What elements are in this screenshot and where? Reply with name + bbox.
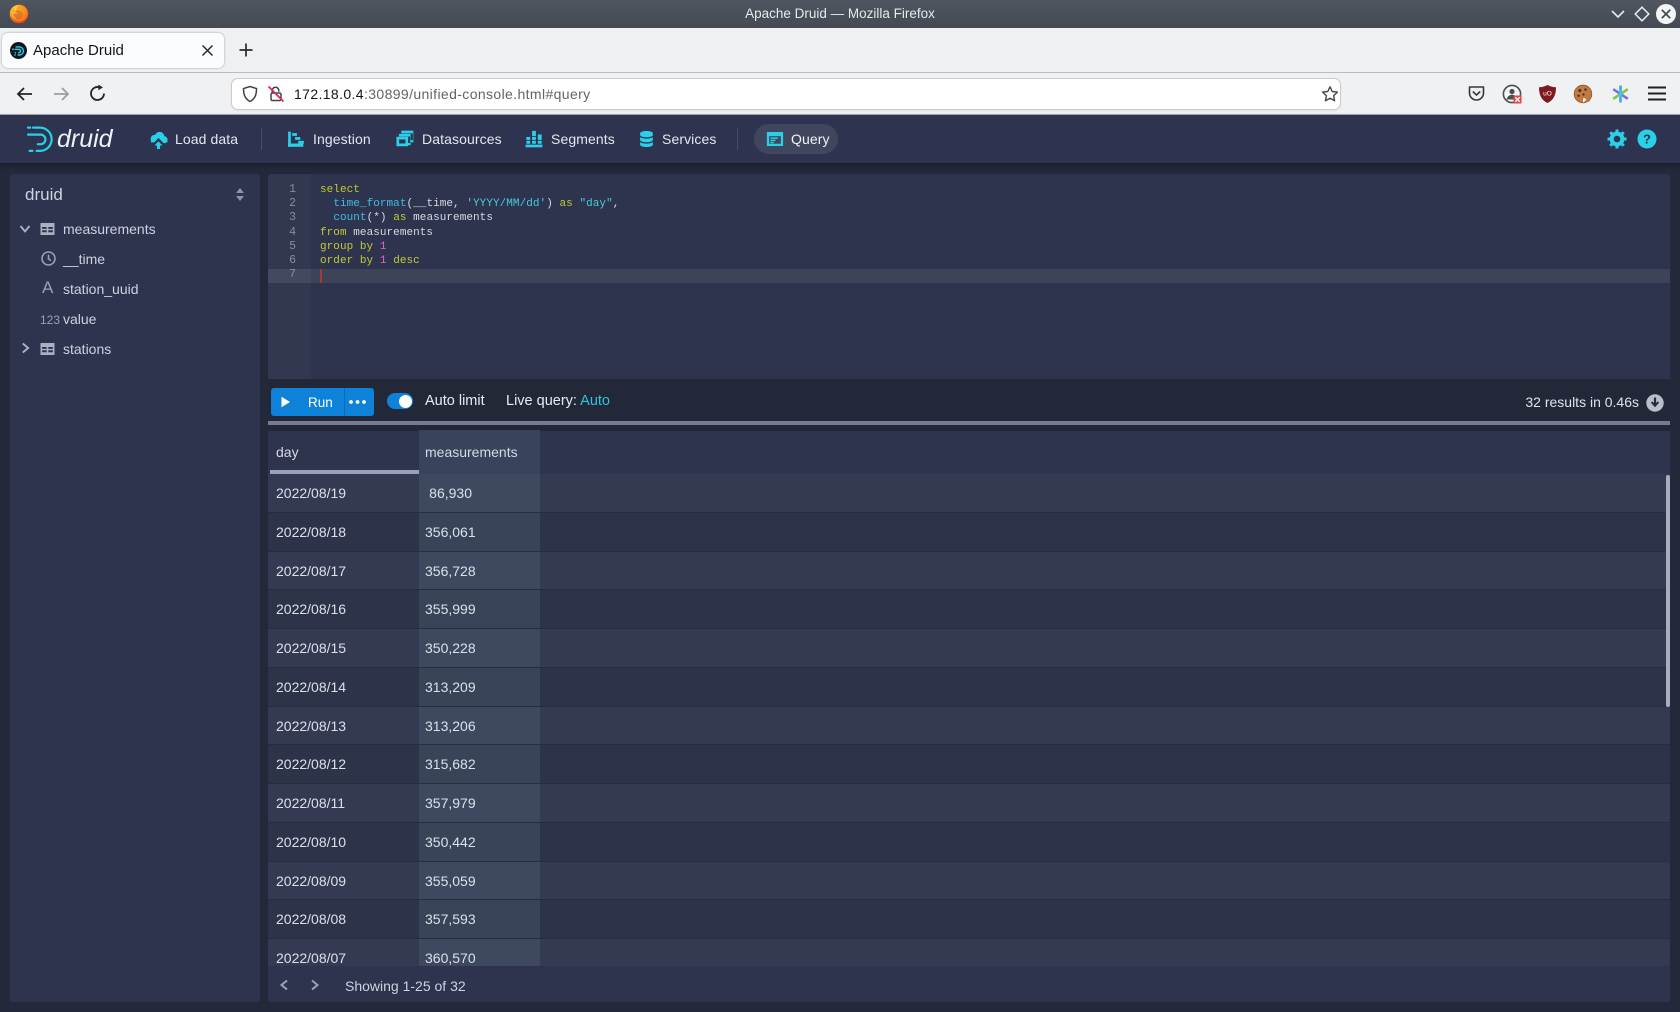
svg-text:uO: uO <box>1543 91 1552 98</box>
svg-text:?: ? <box>1643 132 1651 147</box>
